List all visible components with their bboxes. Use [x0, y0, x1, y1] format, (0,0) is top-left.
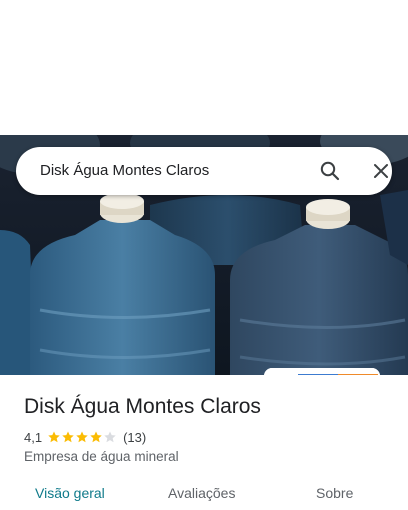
map-area [0, 0, 408, 135]
place-info-panel: Disk Água Montes Claros 4,1 (13) Empresa… [0, 375, 408, 510]
review-count[interactable]: (13) [123, 430, 146, 445]
place-tabs: Visão geral Avaliações Sobre [0, 485, 408, 510]
star-icon [62, 431, 74, 443]
star-icon [90, 431, 102, 443]
star-icon [104, 431, 116, 443]
place-title: Disk Água Montes Claros [24, 395, 261, 418]
star-icon [48, 431, 60, 443]
place-category: Empresa de água mineral [24, 449, 179, 464]
tab-about[interactable]: Sobre [316, 485, 353, 501]
tab-overview[interactable]: Visão geral [35, 485, 105, 501]
search-icon[interactable] [318, 159, 342, 183]
rating-value: 4,1 [24, 429, 43, 445]
close-icon[interactable] [369, 159, 393, 183]
search-bar[interactable]: Disk Água Montes Claros [16, 147, 392, 195]
tab-reviews[interactable]: Avaliações [168, 485, 235, 501]
rating-row[interactable]: 4,1 (13) [24, 429, 146, 445]
star-icon [76, 431, 88, 443]
search-query-text[interactable]: Disk Água Montes Claros [40, 147, 209, 195]
star-rating [47, 430, 117, 444]
